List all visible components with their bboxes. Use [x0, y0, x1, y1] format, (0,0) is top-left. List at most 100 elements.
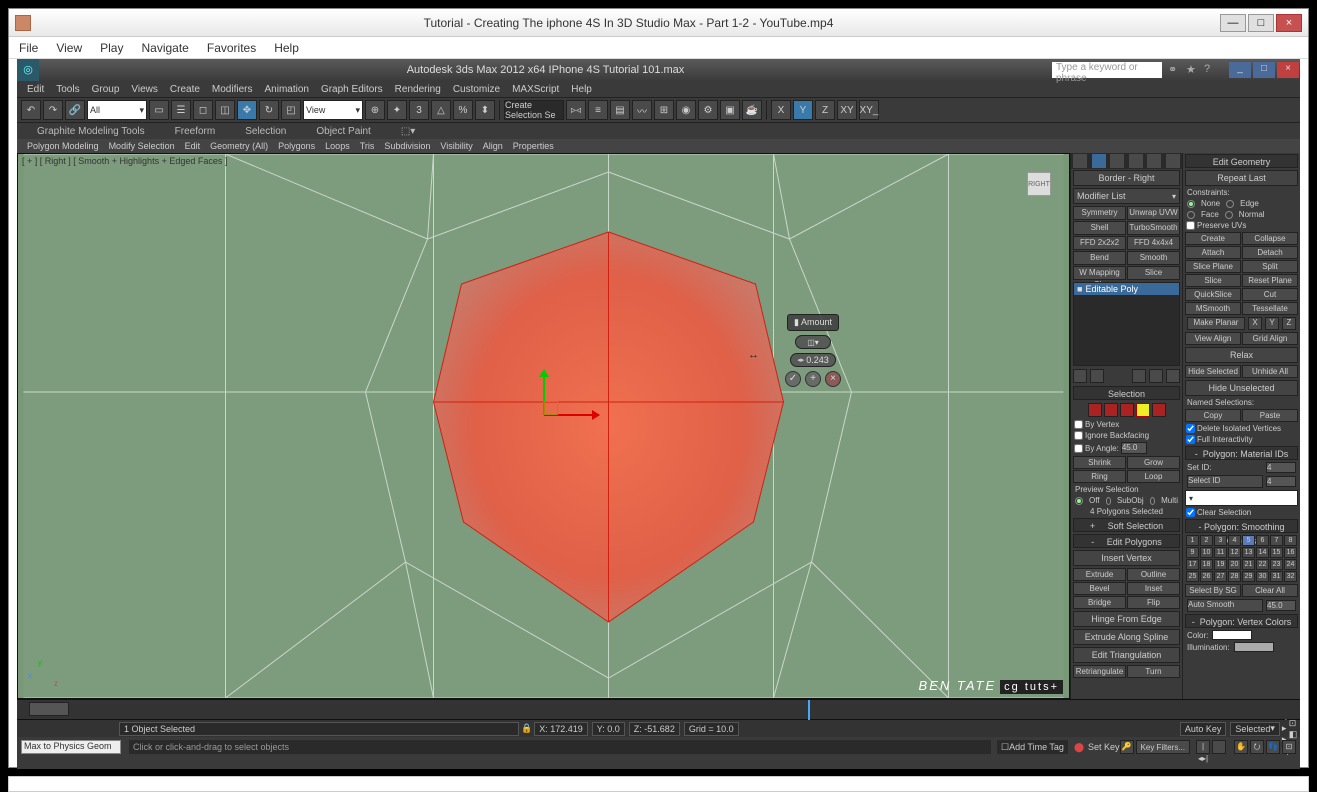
pivot-button[interactable]: ⊕ [365, 100, 385, 120]
ribbon-sub-modsel[interactable]: Modify Selection [109, 141, 175, 151]
add-time-tag[interactable]: ☐ Add Time Tag [997, 740, 1068, 754]
render-frame-button[interactable]: ▣ [720, 100, 740, 120]
attach-button[interactable]: Attach [1185, 246, 1241, 259]
color-swatch[interactable] [1212, 630, 1252, 640]
window-crossing-button[interactable]: ◫ [215, 100, 235, 120]
create-button[interactable]: Create [1185, 232, 1241, 245]
material-name-dropdown[interactable] [1185, 490, 1298, 506]
smoothing-group-7[interactable]: 7 [1270, 535, 1283, 546]
max-menu-tools[interactable]: Tools [56, 84, 79, 95]
ribbon-sub-tris[interactable]: Tris [360, 141, 375, 151]
star-icon[interactable]: ★ [1186, 63, 1200, 77]
mod-unwrap[interactable]: Unwrap UVW [1127, 206, 1180, 220]
constraint-edge-radio[interactable] [1226, 200, 1234, 208]
relax-button[interactable]: Relax [1185, 347, 1298, 363]
max-menu-modifiers[interactable]: Modifiers [212, 84, 253, 95]
manipulate-button[interactable]: ✦ [387, 100, 407, 120]
tessellate-button[interactable]: Tessellate [1242, 302, 1298, 315]
hide-unselected-button[interactable]: Hide Unselected [1185, 380, 1298, 396]
smoothing-group-17[interactable]: 17 [1186, 559, 1199, 570]
render-button[interactable]: ☕ [742, 100, 762, 120]
max-logo-icon[interactable]: ◎ [17, 59, 39, 81]
angle-spinner[interactable]: 45.0 [1121, 442, 1147, 454]
mod-bend[interactable]: Bend [1073, 251, 1126, 265]
mod-smooth[interactable]: Smooth [1127, 251, 1180, 265]
extrude-spline-button[interactable]: Extrude Along Spline [1073, 629, 1180, 645]
help-search-input[interactable]: Type a keyword or phrase [1052, 62, 1162, 78]
key-filters-button[interactable]: Key Filters... [1136, 740, 1190, 754]
snap-3-button[interactable]: 3 [409, 100, 429, 120]
angle-snap-button[interactable]: △ [431, 100, 451, 120]
nav-orbit-icon[interactable]: ⭮ [1250, 740, 1264, 754]
quickslice-button[interactable]: QuickSlice [1185, 288, 1241, 301]
smoothing-group-12[interactable]: 12 [1228, 547, 1241, 558]
vertex-mode[interactable] [1088, 403, 1102, 417]
hinge-from-edge-button[interactable]: Hinge From Edge [1073, 611, 1180, 627]
select-button[interactable]: ▭ [149, 100, 169, 120]
full-interactivity-check[interactable] [1186, 435, 1195, 444]
redo-button[interactable]: ↷ [43, 100, 63, 120]
gizmo-xy-plane[interactable] [544, 401, 558, 415]
outline-button[interactable]: Outline [1127, 568, 1180, 581]
retriangulate-button[interactable]: Retriangulate [1073, 665, 1126, 678]
rotate-button[interactable]: ↻ [259, 100, 279, 120]
constraint-none-radio[interactable] [1187, 200, 1195, 208]
paste-sel-button[interactable]: Paste [1242, 409, 1298, 422]
smoothing-group-9[interactable]: 9 [1186, 547, 1199, 558]
auto-smooth-spinner[interactable]: 45.0 [1266, 600, 1296, 611]
slice-plane-button[interactable]: Slice Plane [1185, 260, 1241, 273]
coord-y[interactable]: Y: 0.0 [592, 722, 625, 736]
stack-editable-poly[interactable]: Editable Poly [1074, 283, 1179, 295]
axis-z-button[interactable]: Z [815, 100, 835, 120]
keymode-icon[interactable]: 🔑 [1120, 740, 1134, 754]
select-name-button[interactable]: ☰ [171, 100, 191, 120]
max-minimize-button[interactable]: _ [1229, 62, 1251, 78]
smoothing-group-26[interactable]: 26 [1200, 571, 1213, 582]
move-button[interactable]: ✥ [237, 100, 257, 120]
player-scrubber[interactable] [8, 776, 1309, 792]
by-angle-check[interactable] [1074, 444, 1083, 453]
slice-button[interactable]: Slice [1185, 274, 1241, 287]
smoothing-group-29[interactable]: 29 [1242, 571, 1255, 582]
ribbon-sub-loops[interactable]: Loops [325, 141, 350, 151]
modifier-list-dropdown[interactable]: Modifier List [1073, 188, 1180, 204]
mod-ffd4[interactable]: FFD 4x4x4 [1127, 236, 1180, 250]
max-close-button[interactable]: × [1277, 62, 1299, 78]
caddy-amount-spinner[interactable]: ◂▸0.243 [790, 353, 836, 367]
planar-y[interactable]: Y [1265, 317, 1279, 330]
preserve-uvs-check[interactable] [1186, 221, 1195, 230]
create-tab-icon[interactable] [1073, 154, 1087, 168]
mirror-button[interactable]: ▹◃ [566, 100, 586, 120]
time-config-icon[interactable]: |◂▸| [1196, 740, 1210, 754]
max-menu-group[interactable]: Group [92, 84, 120, 95]
edge-mode[interactable] [1104, 403, 1118, 417]
smoothing-group-16[interactable]: 16 [1284, 547, 1297, 558]
caddy-apply-button[interactable]: + [805, 371, 821, 387]
ribbon-sub-geomall[interactable]: Geometry (All) [210, 141, 268, 151]
max-menu-help[interactable]: Help [571, 84, 592, 95]
copy-sel-button[interactable]: Copy [1185, 409, 1241, 422]
extrude-button[interactable]: Extrude [1073, 568, 1126, 581]
ribbon-sub-edit[interactable]: Edit [185, 141, 201, 151]
configure-icon[interactable] [1166, 369, 1180, 383]
curve-editor-button[interactable]: 〰 [632, 100, 652, 120]
minimize-button[interactable]: — [1220, 14, 1246, 32]
max-menu-edit[interactable]: Edit [27, 84, 44, 95]
smoothing-group-4[interactable]: 4 [1228, 535, 1241, 546]
split-button[interactable]: Split [1242, 260, 1298, 273]
ribbon-sub-align[interactable]: Align [483, 141, 503, 151]
insert-vertex-button[interactable]: Insert Vertex [1073, 550, 1180, 566]
vertex-colors-rollout[interactable]: - Polygon: Vertex Colors [1185, 614, 1298, 628]
link-button[interactable]: 🔗 [65, 100, 85, 120]
named-selection-dropdown[interactable]: Create Selection Se [504, 100, 564, 120]
connect-icon[interactable]: ⚭ [1168, 63, 1182, 77]
polygon-mode[interactable] [1136, 403, 1150, 417]
smoothing-group-6[interactable]: 6 [1256, 535, 1269, 546]
bridge-button[interactable]: Bridge [1073, 596, 1126, 609]
motion-tab-icon[interactable] [1129, 154, 1143, 168]
bevel-button[interactable]: Bevel [1073, 582, 1126, 595]
select-by-sg-button[interactable]: Select By SG [1185, 584, 1241, 597]
soft-selection-rollout[interactable]: + Soft Selection [1073, 518, 1180, 532]
smoothing-groups-rollout[interactable]: - Polygon: Smoothing Groups [1185, 519, 1298, 533]
set-id-spinner[interactable]: 4 [1266, 462, 1296, 473]
